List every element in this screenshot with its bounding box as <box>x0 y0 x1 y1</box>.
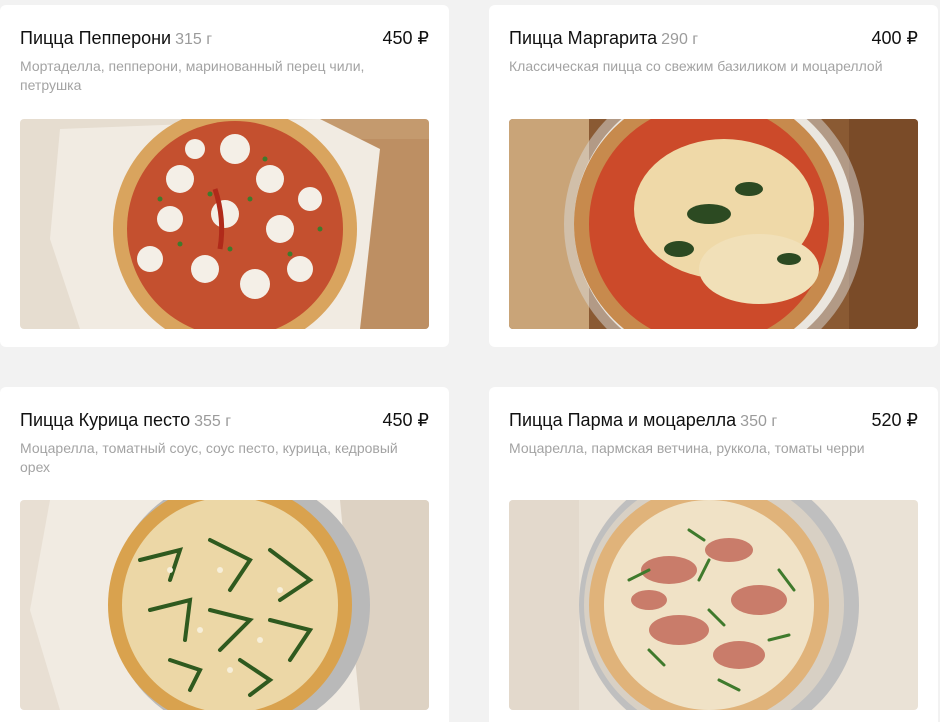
parma-mozzarella-pizza-photo[interactable] <box>509 500 918 710</box>
product-description: Классическая пицца со свежим базиликом и… <box>509 58 883 74</box>
product-price: 520 ₽ <box>871 410 919 430</box>
pepperoni-pizza-photo[interactable] <box>20 119 429 329</box>
product-header: Пицца Курица песто 355 г 450 ₽ <box>20 409 429 431</box>
product-weight: 290 г <box>661 31 699 48</box>
pizza-image <box>20 500 429 710</box>
chicken-pesto-pizza-photo[interactable] <box>20 500 429 710</box>
product-description: Мортаделла, пепперони, маринованный пере… <box>20 58 365 93</box>
pizza-image <box>509 500 918 710</box>
product-grid: Пицца Пепперони 315 г 450 ₽ Мортаделла, п… <box>0 0 940 722</box>
pizza-image <box>509 119 918 329</box>
product-title: Пицца Пепперони 315 г <box>20 28 213 48</box>
product-description: Моцарелла, пармская ветчина, руккола, то… <box>509 440 865 456</box>
product-header: Пицца Пепперони 315 г 450 ₽ <box>20 27 429 49</box>
margherita-pizza-photo[interactable] <box>509 119 918 329</box>
product-price: 400 ₽ <box>871 28 919 48</box>
product-price: 450 ₽ <box>382 410 430 430</box>
product-card-pepperoni[interactable]: Пицца Пепперони 315 г 450 ₽ Мортаделла, п… <box>0 5 449 347</box>
product-weight: 315 г <box>175 31 213 48</box>
product-header: Пицца Маргарита 290 г 400 ₽ <box>509 27 918 49</box>
product-title: Пицца Парма и моцарелла 350 г <box>509 410 778 430</box>
pizza-image <box>20 119 429 329</box>
product-weight: 350 г <box>740 413 778 430</box>
product-card-margherita[interactable]: Пицца Маргарита 290 г 400 ₽ Классическая … <box>489 5 938 347</box>
product-description: Моцарелла, томатный соус, соус песто, ку… <box>20 440 398 475</box>
product-title: Пицца Маргарита 290 г <box>509 28 699 48</box>
product-card-chicken-pesto[interactable]: Пицца Курица песто 355 г 450 ₽ Моцарелла,… <box>0 387 449 722</box>
product-card-parma-mozzarella[interactable]: Пицца Парма и моцарелла 350 г 520 ₽ Моцар… <box>489 387 938 722</box>
product-header: Пицца Парма и моцарелла 350 г 520 ₽ <box>509 409 918 431</box>
product-weight: 355 г <box>194 413 232 430</box>
product-title: Пицца Курица песто 355 г <box>20 410 232 430</box>
product-price: 450 ₽ <box>382 28 430 48</box>
